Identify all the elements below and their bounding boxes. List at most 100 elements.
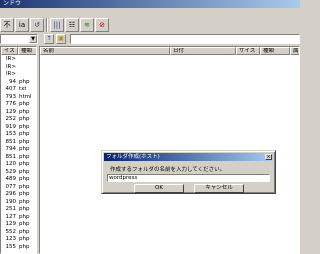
dialog-title: フォルダ作成(ホスト)	[106, 154, 160, 160]
list-item[interactable]: 251 php	[1, 206, 36, 213]
file-size: 251	[5, 206, 17, 212]
file-type: php	[19, 101, 30, 107]
file-size: 129	[5, 108, 17, 115]
list-item[interactable]: IR>	[1, 56, 36, 63]
list-item[interactable]: 127 php	[1, 213, 36, 221]
list-icon[interactable]: ☷	[65, 18, 79, 32]
file-type: php	[19, 146, 30, 152]
new-folder-icon[interactable]: ▣	[56, 34, 66, 44]
list-item[interactable]: 077 php	[1, 183, 36, 191]
file-type: php	[19, 221, 30, 227]
list-item[interactable]: IR>	[1, 71, 36, 78]
view-icon[interactable]: ia	[15, 18, 29, 32]
columns-icon[interactable]: |||	[50, 18, 64, 32]
list-item[interactable]: 153 php	[1, 131, 36, 138]
list-item[interactable]: 296 php	[1, 191, 36, 198]
list-item[interactable]: 94 php	[1, 78, 36, 86]
file-type: php	[19, 198, 30, 205]
file-size: 94	[9, 78, 16, 85]
ok-button[interactable]: OK	[134, 184, 184, 193]
list-item[interactable]: 120 php	[1, 161, 36, 168]
dialog-titlebar: フォルダ作成(ホスト) ×	[104, 153, 273, 161]
file-type: php	[19, 123, 30, 130]
list-item[interactable]: 793 html	[1, 93, 36, 101]
folder-up-icon[interactable]: ↑	[44, 34, 54, 44]
local-path-combo[interactable]: ▼	[0, 34, 38, 44]
column-header-type[interactable]: 種類	[260, 47, 290, 55]
list-item[interactable]: 252 php	[1, 116, 36, 123]
file-type: txt	[19, 86, 27, 92]
file-type: php	[19, 228, 30, 235]
list-item[interactable]: 489 php	[1, 176, 36, 183]
column-header-attr[interactable]: 属	[290, 47, 299, 55]
file-size: 153	[5, 131, 17, 137]
file-size: 529	[5, 168, 17, 175]
text-button-icon[interactable]: 不	[0, 18, 14, 32]
toolbar-separator	[46, 18, 48, 32]
file-size: 851	[5, 138, 17, 145]
file-type: php	[19, 153, 30, 160]
file-type: php	[19, 131, 30, 137]
toolbar: 不 ia ↺ ||| ☷ ≋ ⊘	[0, 8, 300, 32]
file-type: html	[19, 93, 32, 100]
file-type: php	[19, 168, 30, 175]
file-type: php	[19, 243, 30, 250]
file-size: 851	[5, 153, 17, 160]
column-header-date[interactable]: 日付	[170, 47, 236, 55]
list-item[interactable]: 123 php	[1, 236, 36, 243]
file-size: 489	[5, 176, 17, 182]
file-type: php	[19, 78, 30, 85]
file-size: IR>	[5, 63, 16, 70]
list-item[interactable]: 552 php	[1, 228, 36, 236]
list-item[interactable]: 851 php	[1, 153, 36, 161]
list-item[interactable]: 129 php	[1, 221, 36, 228]
list-item[interactable]: 776 php	[1, 101, 36, 108]
file-size: 794	[5, 146, 17, 152]
file-type: php	[19, 138, 30, 145]
list-item[interactable]: 155 php	[1, 243, 36, 251]
file-type: php	[19, 176, 30, 182]
close-icon[interactable]: ×	[265, 154, 272, 160]
file-size: 793	[5, 93, 17, 100]
transfer-icon[interactable]: ≋	[80, 18, 94, 32]
file-type: php	[19, 183, 30, 190]
chevron-down-icon[interactable]: ▼	[29, 35, 37, 43]
list-item[interactable]: 529 php	[1, 168, 36, 176]
file-size: 776	[5, 101, 17, 107]
local-file-list[interactable]: イズ 種類 IR> IR> IR> 94 php 407 txt 793 html 776 php 1…	[0, 46, 37, 254]
list-item[interactable]: 407 txt	[1, 86, 36, 93]
file-size: IR>	[5, 56, 16, 62]
file-size: 077	[5, 183, 17, 190]
create-folder-dialog: フォルダ作成(ホスト) × 作成するフォルダの名前を入力してください。 word…	[101, 150, 276, 194]
list-item[interactable]: 129 php	[1, 108, 36, 116]
file-size: 296	[5, 191, 17, 197]
remote-path-input[interactable]	[70, 34, 300, 44]
file-size: 252	[5, 116, 17, 122]
column-header-name[interactable]: 名前	[40, 47, 170, 55]
file-type: php	[19, 161, 30, 167]
list-item[interactable]: IR>	[1, 63, 36, 71]
column-header-size[interactable]: イズ	[1, 47, 18, 55]
list-item[interactable]: 190 php	[1, 198, 36, 206]
column-header-size[interactable]: サイズ	[236, 47, 260, 55]
file-type: php	[19, 236, 30, 242]
window-titlebar: ンドウ	[0, 0, 300, 8]
file-type: php	[19, 213, 30, 220]
list-item[interactable]: 794 php	[1, 146, 36, 153]
file-size: 552	[5, 228, 17, 235]
dialog-prompt: 作成するフォルダの名前を入力してください。	[110, 167, 226, 173]
file-size: 407	[5, 86, 17, 92]
file-size: 129	[5, 221, 17, 227]
refresh-icon[interactable]: ↺	[30, 18, 44, 32]
column-header-type[interactable]: 種類	[18, 47, 36, 55]
list-item[interactable]: 919 php	[1, 123, 36, 131]
file-size: 127	[5, 213, 17, 220]
cancel-button[interactable]: キャンセル	[194, 184, 244, 193]
file-size: 120	[5, 161, 17, 167]
file-size: 190	[5, 198, 17, 205]
file-type: php	[19, 206, 30, 212]
stop-icon[interactable]: ⊘	[95, 18, 109, 32]
folder-name-input[interactable]: wordpress	[107, 174, 270, 182]
list-item[interactable]: 851 php	[1, 138, 36, 146]
file-type: php	[19, 108, 30, 115]
